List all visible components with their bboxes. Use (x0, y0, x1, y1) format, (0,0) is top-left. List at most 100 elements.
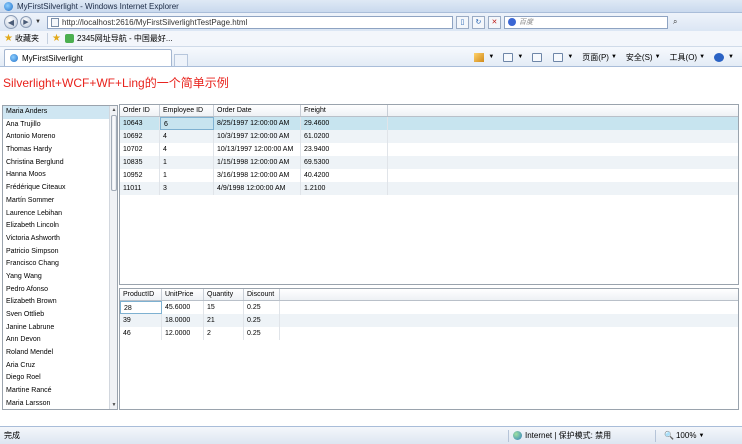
list-item[interactable]: Yang Wang (3, 271, 117, 284)
table-cell[interactable]: 0.25 (244, 327, 280, 340)
scroll-thumb[interactable] (111, 115, 117, 191)
table-cell[interactable]: 3/16/1998 12:00:00 AM (214, 169, 301, 182)
column-header-product-id[interactable]: ProductID (120, 289, 162, 300)
table-cell[interactable]: 6 (160, 117, 214, 130)
column-header-order-date[interactable]: Order Date (214, 105, 301, 116)
table-row[interactable]: 10692 4 10/3/1997 12:00:00 AM 61.0200 (120, 130, 738, 143)
table-cell[interactable]: 10952 (120, 169, 160, 182)
list-item[interactable]: Martín Sommer (3, 195, 117, 208)
list-item[interactable]: Ana Trujillo (3, 119, 117, 132)
list-item[interactable]: Elizabeth Brown (3, 296, 117, 309)
column-header-quantity[interactable]: Quantity (204, 289, 244, 300)
table-cell[interactable]: 0.25 (244, 301, 280, 314)
table-cell[interactable]: 10/3/1997 12:00:00 AM (214, 130, 301, 143)
list-item[interactable]: Sven Ottlieb (3, 309, 117, 322)
table-row[interactable]: 46 12.0000 2 0.25 (120, 327, 738, 340)
address-url[interactable]: http://localhost:2616/MyFirstSilverlight… (62, 18, 247, 27)
table-cell[interactable]: 12.0000 (162, 327, 204, 340)
table-cell[interactable]: 0.25 (244, 314, 280, 327)
safety-menu[interactable]: 安全(S) ▼ (626, 52, 661, 63)
search-placeholder[interactable]: 百度 (519, 17, 533, 27)
stop-button[interactable]: ✕ (487, 15, 501, 29)
zoom-level[interactable]: 100% (676, 431, 696, 440)
chevron-down-icon[interactable]: ▼ (698, 433, 704, 439)
table-cell[interactable]: 15 (204, 301, 244, 314)
list-item[interactable]: Patricio Simpson (3, 246, 117, 259)
employee-list-scrollbar[interactable]: ▲ ▼ (109, 106, 117, 409)
table-cell[interactable]: 1 (160, 169, 214, 182)
list-item[interactable]: Laurence Lebihan (3, 208, 117, 221)
table-cell[interactable]: 10835 (120, 156, 160, 169)
scroll-up-icon[interactable]: ▲ (110, 106, 117, 114)
forward-button[interactable]: ▶ (20, 16, 32, 28)
print-button[interactable]: ▼ (553, 52, 573, 62)
history-dropdown-icon[interactable]: ▼ (35, 19, 41, 25)
table-cell[interactable]: 18.0000 (162, 314, 204, 327)
favorites-star-icon[interactable]: ★ (4, 33, 13, 44)
list-item[interactable]: Christina Berglund (3, 157, 117, 170)
new-tab-button[interactable] (174, 54, 188, 66)
security-zone[interactable]: Internet | 保护模式: 禁用 (525, 430, 655, 441)
list-item[interactable]: Francisco Chang (3, 258, 117, 271)
table-cell[interactable]: 10692 (120, 130, 160, 143)
list-item[interactable]: Martine Rancé (3, 385, 117, 398)
table-row[interactable]: 10643 6 8/25/1997 12:00:00 AM 29.4600 (120, 117, 738, 130)
search-field[interactable]: 百度 (503, 15, 668, 29)
table-row[interactable]: 10835 1 1/15/1998 12:00:00 AM 69.5300 (120, 156, 738, 169)
table-cell[interactable]: 69.5300 (301, 156, 388, 169)
refresh-button[interactable]: ↻ (471, 15, 485, 29)
table-cell[interactable]: 1/15/1998 12:00:00 AM (214, 156, 301, 169)
table-cell[interactable]: 4/9/1998 12:00:00 AM (214, 182, 301, 195)
table-cell[interactable]: 10/13/1997 12:00:00 AM (214, 143, 301, 156)
table-cell[interactable]: 1 (160, 156, 214, 169)
table-cell[interactable]: 1.2100 (301, 182, 388, 195)
list-item[interactable]: Maria Anders (3, 106, 117, 119)
list-item[interactable]: Hanna Moos (3, 169, 117, 182)
table-row[interactable]: 11011 3 4/9/1998 12:00:00 AM 1.2100 (120, 182, 738, 195)
table-cell[interactable]: 61.0200 (301, 130, 388, 143)
table-cell[interactable]: 3 (160, 182, 214, 195)
favorite-link-2345[interactable]: 2345网址导航 - 中国最好... (77, 33, 173, 44)
column-header-order-id[interactable]: Order ID (120, 105, 160, 116)
table-cell[interactable]: 45.6000 (162, 301, 204, 314)
list-item[interactable]: Aria Cruz (3, 360, 117, 373)
orders-grid[interactable]: Order ID Employee ID Order Date Freight … (119, 104, 739, 285)
tab-myfirstsilverlight[interactable]: MyFirstSilverlight (4, 49, 172, 66)
list-item[interactable]: Frédérique Citeaux (3, 182, 117, 195)
table-cell[interactable]: 28 (120, 301, 162, 314)
table-cell[interactable]: 10643 (120, 117, 160, 130)
column-header-freight[interactable]: Freight (301, 105, 388, 116)
column-header-employee-id[interactable]: Employee ID (160, 105, 214, 116)
list-item[interactable]: Victoria Ashworth (3, 233, 117, 246)
favorites-button[interactable]: 收藏夹 (15, 33, 39, 44)
list-item[interactable]: Diego Roel (3, 372, 117, 385)
add-favorite-icon[interactable]: ★ (52, 33, 61, 44)
home-button[interactable]: ▼ (474, 52, 494, 62)
table-row[interactable]: 28 45.6000 15 0.25 (120, 301, 738, 314)
table-row[interactable]: 10952 1 3/16/1998 12:00:00 AM 40.4200 (120, 169, 738, 182)
list-item[interactable]: Pedro Afonso (3, 284, 117, 297)
scroll-down-icon[interactable]: ▼ (110, 401, 117, 409)
table-cell[interactable]: 40.4200 (301, 169, 388, 182)
column-header-unit-price[interactable]: UnitPrice (162, 289, 204, 300)
list-item[interactable]: Elizabeth Lincoln (3, 220, 117, 233)
list-item[interactable]: Antonio Moreno (3, 131, 117, 144)
tools-menu[interactable]: 工具(O) ▼ (670, 52, 706, 63)
table-cell[interactable]: 4 (160, 130, 214, 143)
list-item[interactable]: Maria Larsson (3, 398, 117, 409)
order-details-grid[interactable]: ProductID UnitPrice Quantity Discount 28… (119, 288, 739, 410)
table-cell[interactable]: 39 (120, 314, 162, 327)
table-cell[interactable]: 21 (204, 314, 244, 327)
list-item[interactable]: Roland Mendel (3, 347, 117, 360)
list-item[interactable]: Thomas Hardy (3, 144, 117, 157)
table-cell[interactable]: 2 (204, 327, 244, 340)
table-cell[interactable]: 4 (160, 143, 214, 156)
mail-button[interactable] (532, 52, 544, 62)
compatibility-view-button[interactable]: ▯ (455, 15, 469, 29)
employee-list[interactable]: Maria Anders Ana Trujillo Antonio Moreno Th… (2, 105, 118, 410)
table-cell[interactable]: 10702 (120, 143, 160, 156)
address-field[interactable]: http://localhost:2616/MyFirstSilverlight… (46, 15, 453, 29)
column-header-discount[interactable]: Discount (244, 289, 280, 300)
feeds-button[interactable]: ▼ (503, 52, 523, 62)
table-cell[interactable]: 11011 (120, 182, 160, 195)
